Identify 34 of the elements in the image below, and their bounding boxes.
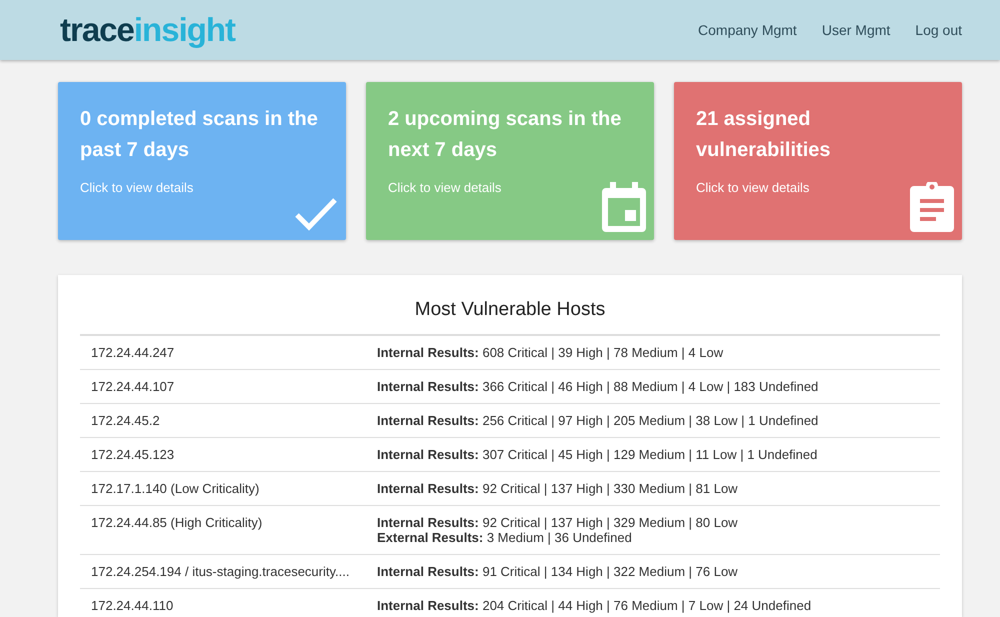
host-cell-text: 172.24.44.110	[90, 598, 174, 613]
nav-link[interactable]: Log out	[915, 22, 962, 38]
results-text: Internal Results: 91 Critical | 134 High | 322 Medium | 76 Low	[377, 564, 739, 579]
check-icon	[294, 196, 338, 232]
nav-link[interactable]: User Mgmt	[822, 22, 890, 38]
results-text: Internal Results: 307 Critical | 45 High | 129 Medium | 11 Low | 1 Undefined	[377, 447, 818, 462]
logo[interactable]: traceinsight	[60, 11, 236, 49]
results-text: Internal Results: 366 Critical | 46 High | 88 Medium | 4 Low | 183 Undefined	[377, 379, 820, 394]
panel-title: Most Vulnerable Hosts	[414, 299, 606, 321]
details-link[interactable]: Click to view details	[388, 180, 502, 195]
card-title: 0 completed scans in the past 7 days	[80, 107, 319, 163]
card-title: 21 assigned vulnerabilities	[696, 107, 832, 163]
host-cell-text: 172.24.254.194 / itus-staging.tracesecurity....	[90, 564, 350, 579]
clipboard-icon	[910, 182, 954, 232]
results-text: Internal Results: 92 Critical | 137 High | 330 Medium | 81 Low	[377, 481, 739, 496]
card-title: 2 upcoming scans in the next 7 days	[388, 107, 622, 163]
host-cell-text: 172.24.45.123	[90, 447, 176, 462]
host-cell-text: 172.17.1.140 (Low Criticality)	[90, 481, 260, 496]
results-text: Internal Results: 204 Critical | 44 High | 76 Medium | 7 Low | 24 Undefined	[377, 598, 812, 613]
host-cell-text: 172.24.44.107	[90, 379, 176, 394]
calendar-icon	[602, 182, 646, 232]
details-link[interactable]: Click to view details	[696, 180, 810, 195]
results-text: Internal Results: 608 Critical | 39 High | 78 Medium | 4 Low	[377, 345, 724, 360]
summary-card[interactable]: 2 upcoming scans in the next 7 days Click to view details	[366, 82, 654, 240]
details-link[interactable]: Click to view details	[80, 180, 194, 195]
nav-link[interactable]: Company Mgmt	[698, 22, 797, 38]
summary-card[interactable]: 0 completed scans in the past 7 days Click to view details	[58, 82, 346, 240]
results-text: External Results: 3 Medium | 36 Undefined	[377, 530, 633, 545]
results-text: Internal Results: 92 Critical | 137 High | 329 Medium | 80 Low	[377, 515, 739, 530]
host-cell-text: 172.24.44.85 (High Criticality)	[90, 515, 264, 532]
host-cell-text: 172.24.45.2	[90, 413, 161, 428]
host-cell-text: 172.24.44.247	[90, 345, 176, 360]
results-text: Internal Results: 256 Critical | 97 High | 205 Medium | 38 Low | 1 Undefined	[377, 413, 820, 428]
summary-card[interactable]: 21 assigned vulnerabilities Click to view details	[674, 82, 962, 240]
